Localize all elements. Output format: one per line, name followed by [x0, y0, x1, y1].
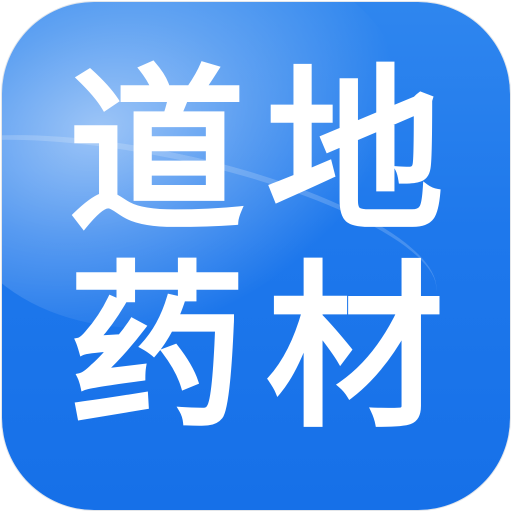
icon-character-1: 道 [68, 49, 246, 256]
canvas: 道 地 药 材 [0, 0, 512, 512]
icon-character-3: 药 [68, 245, 246, 452]
icon-character-2: 地 [266, 49, 444, 256]
icon-character-4: 材 [266, 245, 444, 452]
app-icon[interactable]: 道 地 药 材 [2, 2, 510, 510]
